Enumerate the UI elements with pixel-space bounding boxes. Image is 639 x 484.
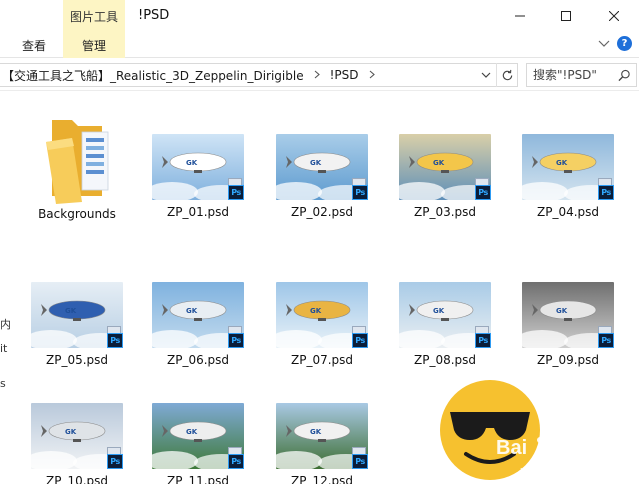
file-name: ZP_08.psd bbox=[413, 353, 477, 367]
svg-text:GK: GK bbox=[433, 159, 445, 167]
file-item[interactable]: GK Ps ZP_12.psd bbox=[267, 377, 377, 484]
psd-thumbnail: GK Ps bbox=[276, 282, 368, 348]
psd-thumbnail: GK Ps bbox=[522, 134, 614, 200]
file-name: ZP_03.psd bbox=[413, 205, 477, 219]
chevron-down-icon bbox=[598, 40, 610, 47]
search-input[interactable] bbox=[533, 68, 617, 82]
chevron-down-icon bbox=[481, 72, 491, 78]
psd-thumbnail: GK Ps bbox=[276, 403, 368, 469]
file-name: ZP_10.psd bbox=[45, 474, 109, 484]
file-name: ZP_07.psd bbox=[290, 353, 354, 367]
psd-thumbnail: GK Ps bbox=[399, 282, 491, 348]
photoshop-file-icon: Ps bbox=[107, 326, 123, 348]
psd-thumbnail: GK Ps bbox=[152, 403, 244, 469]
minimize-icon bbox=[515, 15, 525, 17]
file-item[interactable]: GK Ps ZP_08.psd bbox=[390, 256, 500, 367]
close-icon bbox=[609, 11, 619, 21]
watermark-brand-left: Bai bbox=[496, 437, 527, 459]
svg-text:GK: GK bbox=[186, 159, 198, 167]
photoshop-file-icon: Ps bbox=[228, 178, 244, 200]
file-name: ZP_01.psd bbox=[166, 205, 230, 219]
file-item[interactable]: GK Ps ZP_02.psd bbox=[267, 108, 377, 219]
search-box[interactable] bbox=[526, 63, 637, 87]
file-item[interactable]: GK Ps ZP_09.psd bbox=[513, 256, 623, 367]
svg-text:GK: GK bbox=[433, 307, 445, 315]
file-item[interactable]: GK Ps ZP_07.psd bbox=[267, 256, 377, 367]
psd-thumbnail: GK Ps bbox=[152, 282, 244, 348]
file-item[interactable]: GK Ps ZP_10.psd bbox=[22, 377, 132, 484]
psd-thumbnail: GK Ps bbox=[152, 134, 244, 200]
address-bar[interactable]: 【交通工具之飞船】_Realistic_3D_Zeppelin_Dirigibl… bbox=[0, 63, 518, 87]
svg-text:GK: GK bbox=[65, 428, 77, 436]
baidu-paw-icon bbox=[537, 433, 561, 454]
svg-text:GK: GK bbox=[556, 307, 568, 315]
file-item[interactable]: GK Ps ZP_11.psd bbox=[143, 377, 253, 484]
watermark-brand-right: du bbox=[560, 437, 584, 459]
psd-thumbnail: GK Ps bbox=[399, 134, 491, 200]
file-item[interactable]: GK Ps ZP_04.psd bbox=[513, 108, 623, 219]
contextual-tab-title: 图片工具 bbox=[69, 10, 118, 24]
file-name: ZP_04.psd bbox=[536, 205, 600, 219]
breadcrumb-parent[interactable]: 【交通工具之飞船】_Realistic_3D_Zeppelin_Dirigibl… bbox=[0, 67, 306, 84]
file-item[interactable]: GK Ps ZP_01.psd bbox=[143, 108, 253, 219]
svg-text:GK: GK bbox=[310, 307, 322, 315]
watermark-brand-cn: 经验 bbox=[592, 439, 624, 458]
tab-view[interactable]: 查看 bbox=[22, 37, 46, 54]
photoshop-file-icon: Ps bbox=[352, 447, 368, 469]
close-button[interactable] bbox=[589, 0, 639, 32]
file-name: ZP_11.psd bbox=[166, 474, 230, 484]
file-name: Backgrounds bbox=[38, 207, 116, 221]
psd-thumbnail: GK Ps bbox=[31, 282, 123, 348]
file-item[interactable]: GK Ps ZP_05.psd bbox=[22, 256, 132, 367]
photoshop-file-icon: Ps bbox=[475, 326, 491, 348]
search-icon[interactable] bbox=[618, 69, 631, 82]
file-name: ZP_02.psd bbox=[290, 205, 354, 219]
psd-thumbnail: GK Ps bbox=[276, 134, 368, 200]
breadcrumb-current[interactable]: !PSD bbox=[328, 68, 361, 82]
photoshop-file-icon: Ps bbox=[598, 326, 614, 348]
svg-text:GK: GK bbox=[310, 428, 322, 436]
svg-text:GK: GK bbox=[186, 307, 198, 315]
svg-text:GK: GK bbox=[186, 428, 198, 436]
photoshop-file-icon: Ps bbox=[352, 326, 368, 348]
file-name: ZP_06.psd bbox=[166, 353, 230, 367]
maximize-button[interactable] bbox=[543, 0, 589, 32]
refresh-icon bbox=[502, 69, 513, 80]
photoshop-file-icon: Ps bbox=[475, 178, 491, 200]
watermark-url: jingyan.baidu.com bbox=[519, 467, 609, 479]
psd-thumbnail: GK Ps bbox=[31, 403, 123, 469]
ribbon: 图片工具 !PSD 查看 管理 ? bbox=[0, 0, 639, 58]
maximize-icon bbox=[561, 11, 571, 21]
ribbon-expand-button[interactable] bbox=[598, 37, 610, 51]
address-row: 【交通工具之飞船】_Realistic_3D_Zeppelin_Dirigibl… bbox=[0, 59, 639, 91]
svg-text:GK: GK bbox=[556, 159, 568, 167]
minimize-button[interactable] bbox=[497, 0, 543, 32]
refresh-button[interactable] bbox=[496, 63, 518, 87]
photoshop-file-icon: Ps bbox=[598, 178, 614, 200]
photoshop-file-icon: Ps bbox=[228, 447, 244, 469]
photoshop-file-icon: Ps bbox=[352, 178, 368, 200]
file-item[interactable]: GK Ps ZP_06.psd bbox=[143, 256, 253, 367]
svg-text:GK: GK bbox=[310, 159, 322, 167]
help-icon: ? bbox=[621, 38, 628, 49]
folder-item[interactable]: Backgrounds bbox=[22, 112, 132, 221]
file-name: ZP_09.psd bbox=[536, 353, 600, 367]
sunglasses-emoji-icon bbox=[440, 380, 540, 480]
photoshop-file-icon: Ps bbox=[107, 447, 123, 469]
tab-manage[interactable]: 管理 bbox=[63, 37, 125, 54]
breadcrumb-separator-icon[interactable] bbox=[369, 68, 375, 82]
window-title: !PSD bbox=[138, 8, 170, 23]
file-item[interactable]: GK Ps ZP_03.psd bbox=[390, 108, 500, 219]
photoshop-file-icon: Ps bbox=[228, 326, 244, 348]
breadcrumb-separator-icon[interactable] bbox=[314, 68, 320, 82]
baidu-watermark: Bai du 经验 jingyan.baidu.com bbox=[436, 378, 636, 482]
psd-thumbnail: GK Ps bbox=[522, 282, 614, 348]
file-name: ZP_12.psd bbox=[290, 474, 354, 484]
folder-icon bbox=[42, 112, 112, 204]
help-button[interactable]: ? bbox=[617, 36, 632, 51]
svg-text:GK: GK bbox=[65, 307, 77, 315]
address-history-dropdown[interactable] bbox=[476, 63, 496, 87]
file-name: ZP_05.psd bbox=[45, 353, 109, 367]
